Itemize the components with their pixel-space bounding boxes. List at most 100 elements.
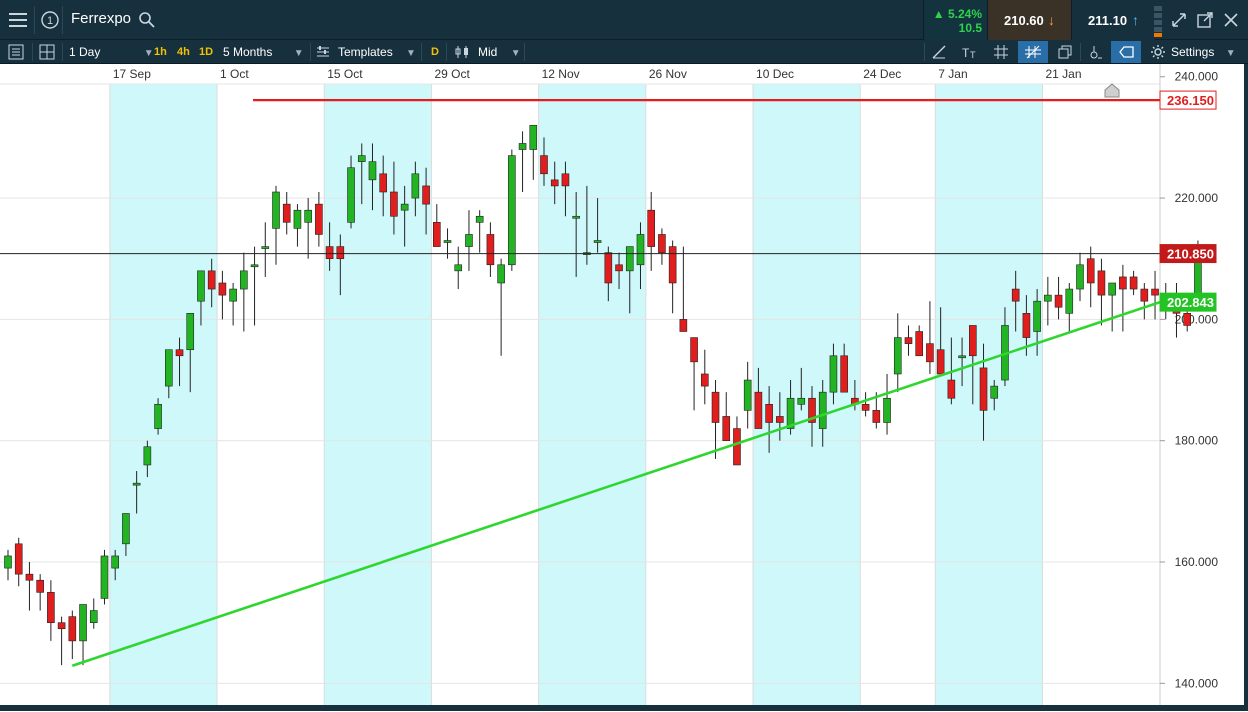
candle-down: [658, 234, 666, 253]
candle-down: [14, 543, 23, 575]
signal-bars-icon: [1153, 4, 1163, 38]
candle-up: [111, 555, 119, 569]
y-tick-label: 140.000: [1175, 676, 1219, 690]
svg-text:T: T: [962, 46, 970, 60]
candle-up: [165, 349, 173, 387]
gear-icon[interactable]: [1150, 44, 1166, 60]
candle-up: [4, 555, 12, 569]
interval-1h-button[interactable]: 1h: [154, 42, 167, 62]
date-strip: [0, 64, 1160, 84]
candle-up: [293, 209, 302, 229]
y-tick-label: 220.000: [1175, 191, 1219, 205]
interval-select[interactable]: 1 Day ▼: [69, 42, 154, 62]
candle-down: [25, 573, 34, 581]
text-tool-icon[interactable]: TT: [961, 44, 979, 60]
chevron-down-icon: ▼: [293, 48, 304, 59]
grid-icon[interactable]: [993, 44, 1009, 60]
x-tick-label: 10 Dec: [756, 67, 794, 81]
candle-down: [915, 331, 924, 357]
candle-down: [561, 173, 570, 187]
candle-down: [1119, 276, 1127, 290]
circled-one-icon[interactable]: 1: [38, 8, 62, 32]
candle-down: [540, 155, 548, 175]
candle-down: [1151, 288, 1159, 296]
candle-up: [261, 246, 270, 249]
settings-label: Settings: [1171, 45, 1215, 59]
templates-button[interactable]: Templates ▼: [338, 42, 416, 62]
daily-change: ▲ 5.24% 10.5: [923, 0, 987, 40]
candle-down: [968, 325, 977, 357]
sell-button[interactable]: 210.60 ↓: [987, 0, 1071, 40]
price-type-select[interactable]: Mid ▼: [478, 42, 521, 62]
scroll-marker-icon[interactable]: [1104, 83, 1120, 98]
interval-label: 1 Day: [69, 45, 101, 59]
candle-up: [79, 604, 87, 642]
last-price-label: 210.850: [1167, 247, 1214, 262]
range-select[interactable]: 5 Months ▼: [223, 42, 304, 62]
candle-down: [700, 373, 709, 387]
candle-down: [722, 416, 731, 442]
price-chart[interactable]: 17 Sep 1 Oct 15 Oct 29 Oct 12 Nov 26 Nov 10 De…: [0, 64, 1248, 707]
x-tick-label: 24 Dec: [863, 67, 901, 81]
buy-button[interactable]: 211.10 ↑: [1071, 0, 1155, 40]
candle-down: [315, 203, 323, 235]
candle-up: [1033, 300, 1041, 332]
candle-down: [1129, 276, 1138, 290]
candle-up: [529, 124, 538, 150]
y-axis: 240.000 220.000 200.000 180.000 160.000 140.0…: [1159, 64, 1219, 707]
candle-down: [679, 319, 688, 332]
list-icon[interactable]: [8, 44, 24, 60]
candle-up: [89, 610, 98, 623]
divider: [310, 43, 311, 61]
draw-line-icon[interactable]: [931, 44, 947, 60]
interval-4h-button[interactable]: 4h: [177, 42, 190, 62]
chevron-down-icon: ▼: [406, 48, 416, 59]
collapse-icon[interactable]: [1167, 8, 1191, 32]
candle-down: [711, 391, 720, 423]
search-icon[interactable]: [138, 11, 156, 29]
candle-up: [465, 234, 473, 247]
candle-down: [1183, 313, 1191, 326]
candle-up: [357, 155, 366, 162]
popout-icon[interactable]: [1193, 8, 1217, 32]
header-bar: 1 Ferrexpo ▲ 5.24% 10.5 210.60 ↓ 211.10 …: [0, 0, 1248, 40]
candle-down: [872, 410, 881, 423]
label-tag-icon[interactable]: [1111, 41, 1141, 63]
candle-down: [379, 173, 388, 193]
divider: [524, 43, 525, 61]
candle-up: [411, 173, 420, 199]
layout-icon[interactable]: [39, 44, 55, 60]
chart-svg[interactable]: 17 Sep 1 Oct 15 Oct 29 Oct 12 Nov 26 Nov 10 De…: [0, 64, 1248, 707]
divider: [34, 6, 35, 34]
candle-up: [186, 313, 195, 351]
candle-up: [100, 555, 109, 599]
candle-down: [432, 222, 441, 247]
candle-down: [615, 264, 623, 272]
candle-down: [1054, 294, 1063, 308]
candle-up: [625, 246, 634, 272]
pin-icon[interactable]: [1087, 44, 1103, 60]
candle-down: [733, 428, 741, 466]
divider: [421, 43, 422, 61]
candle-down: [282, 203, 291, 223]
candle-down: [776, 416, 784, 423]
d-button[interactable]: D: [431, 42, 439, 62]
candle-down: [926, 343, 934, 363]
x-tick-label: 21 Jan: [1045, 67, 1081, 81]
hamburger-menu-icon[interactable]: [6, 8, 30, 32]
period-band: [324, 64, 432, 707]
candle-up: [743, 379, 752, 411]
interval-1d-button[interactable]: 1D: [199, 42, 213, 62]
candle-down: [861, 404, 870, 411]
candle-down: [936, 349, 945, 375]
y-tick-label: 200.000: [1175, 312, 1219, 326]
settings-button[interactable]: Settings ▼: [1171, 42, 1236, 62]
close-icon[interactable]: [1219, 8, 1243, 32]
copy-icon[interactable]: [1056, 44, 1072, 60]
candle-up: [154, 404, 162, 429]
candle-down: [325, 246, 334, 260]
candle-up: [454, 264, 463, 272]
candle-up: [475, 215, 484, 223]
svg-text:1: 1: [47, 15, 53, 27]
crosshair-toggle-icon[interactable]: [1018, 41, 1048, 63]
